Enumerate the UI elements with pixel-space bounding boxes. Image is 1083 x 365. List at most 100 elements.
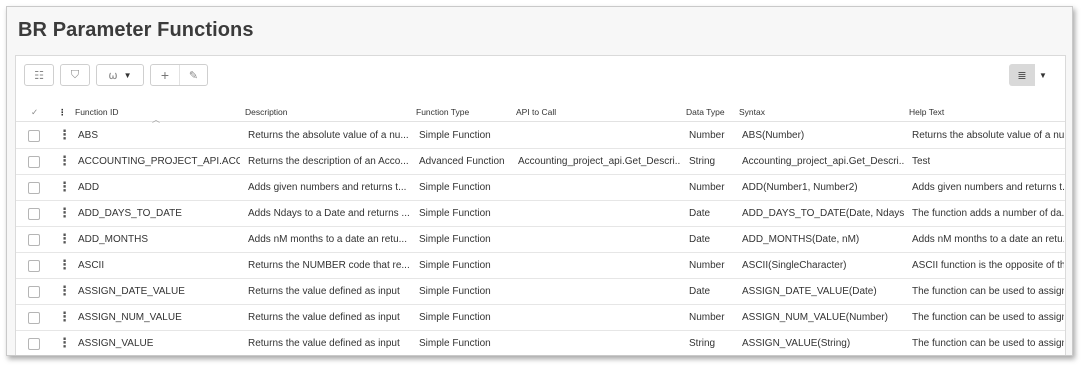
chevron-down-icon: ▼ <box>123 70 132 80</box>
cell-function-id: ADD <box>78 182 100 193</box>
cell-function-type: Advanced Function <box>419 156 505 167</box>
row-checkbox[interactable] <box>28 130 40 142</box>
cell-description: Returns the value defined as input <box>248 338 400 349</box>
row-menu-icon[interactable]: ⋮ <box>58 284 71 298</box>
cell-help-text: Returns the absolute value of a nu... <box>912 130 1064 141</box>
cell-function-type: Simple Function <box>419 338 491 349</box>
table-row[interactable]: ⋮ ASSIGN_NUM_VALUE Returns the value defin… <box>16 305 1065 331</box>
cell-description: Returns the value defined as input <box>248 312 400 323</box>
column-header-help-text[interactable]: Help Text <box>909 107 944 117</box>
group-by-button[interactable]: ⍵ ▼ <box>97 65 143 85</box>
cell-data-type: Number <box>689 130 725 141</box>
cell-function-id: ASCII <box>78 260 105 271</box>
row-menu-icon[interactable]: ⋮ <box>58 180 71 194</box>
edit-icon[interactable]: ✎ <box>179 65 207 85</box>
row-checkbox[interactable] <box>28 260 40 272</box>
table-view-icon: ≣ <box>1009 64 1035 86</box>
cell-function-type: Simple Function <box>419 130 491 141</box>
functions-table-panel: ☷ ⛉ ⍵ ▼ + ✎ ≣ ▼ ✓ ⋮ Function ID ︿ Descri… <box>15 55 1066 355</box>
view-mode-button[interactable]: ≣ ▼ <box>1009 64 1051 86</box>
list-button-group: ☷ <box>24 64 54 86</box>
row-checkbox[interactable] <box>28 338 40 350</box>
cell-help-text: Adds given numbers and returns t... <box>912 182 1064 193</box>
table-header: ✓ ⋮ Function ID ︿ Description Function T… <box>16 100 1065 124</box>
cell-data-type: String <box>689 338 716 349</box>
column-header-api-to-call[interactable]: API to Call <box>516 107 556 117</box>
table-row[interactable]: ⋮ ADD_DAYS_TO_DATE Adds Ndays to a Date an… <box>16 201 1065 227</box>
add-icon[interactable]: + <box>151 65 179 85</box>
row-checkbox[interactable] <box>28 156 40 168</box>
header-menu-icon[interactable]: ⋮ <box>58 107 67 118</box>
cell-function-type: Simple Function <box>419 260 491 271</box>
cell-data-type: Number <box>689 182 725 193</box>
row-checkbox[interactable] <box>28 312 40 324</box>
row-menu-icon[interactable]: ⋮ <box>58 258 71 272</box>
table-row[interactable]: ⋮ ASCII Returns the NUMBER code that re...… <box>16 253 1065 279</box>
table-row[interactable]: ⋮ ASSIGN_VALUE Returns the value defined a… <box>16 331 1065 355</box>
table-row[interactable]: ⋮ ADD Adds given numbers and returns t... S… <box>16 175 1065 201</box>
cell-help-text: Adds nM months to a date an retu... <box>912 234 1064 245</box>
cell-function-id: ADD_DAYS_TO_DATE <box>78 208 182 219</box>
cell-syntax: ADD_DAYS_TO_DATE(Date, Ndays) <box>742 208 904 219</box>
cell-syntax: ASSIGN_VALUE(String) <box>742 338 851 349</box>
cell-function-type: Simple Function <box>419 234 491 245</box>
row-menu-icon[interactable]: ⋮ <box>58 128 71 142</box>
cell-function-type: Simple Function <box>419 286 491 297</box>
table-row[interactable]: ⋮ ADD_MONTHS Adds nM months to a date an r… <box>16 227 1065 253</box>
page-title: BR Parameter Functions <box>18 19 254 41</box>
cell-help-text: Test <box>912 156 931 167</box>
column-header-function-id[interactable]: Function ID <box>75 107 118 117</box>
page-frame: BR Parameter Functions ☷ ⛉ ⍵ ▼ + ✎ ≣ ▼ ✓… <box>6 6 1073 356</box>
cell-function-id: ACCOUNTING_PROJECT_API.ACC_P... <box>78 156 240 167</box>
cell-function-type: Simple Function <box>419 182 491 193</box>
cell-description: Returns the absolute value of a nu... <box>248 130 409 141</box>
row-menu-icon[interactable]: ⋮ <box>58 310 71 324</box>
cell-help-text: The function adds a number of da... <box>912 208 1064 219</box>
table-row[interactable]: ⋮ ACCOUNTING_PROJECT_API.ACC_P... Returns … <box>16 149 1065 175</box>
column-header-function-type[interactable]: Function Type <box>416 107 469 117</box>
row-checkbox[interactable] <box>28 208 40 220</box>
cell-description: Adds Ndays to a Date and returns ... <box>248 208 410 219</box>
cell-function-id: ADD_MONTHS <box>78 234 149 245</box>
cell-data-type: Number <box>689 312 725 323</box>
row-menu-icon[interactable]: ⋮ <box>58 232 71 246</box>
list-icon[interactable]: ☷ <box>25 65 53 85</box>
group-by-button-group: ⍵ ▼ <box>96 64 144 86</box>
table-row[interactable]: ⋮ ABS Returns the absolute value of a nu..… <box>16 123 1065 149</box>
cell-description: Returns the value defined as input <box>248 286 400 297</box>
cell-description: Adds given numbers and returns t... <box>248 182 407 193</box>
cell-function-type: Simple Function <box>419 312 491 323</box>
row-checkbox[interactable] <box>28 234 40 246</box>
row-menu-icon[interactable]: ⋮ <box>58 206 71 220</box>
cell-function-id: ASSIGN_DATE_VALUE <box>78 286 185 297</box>
select-all-icon[interactable]: ✓ <box>31 107 38 118</box>
cell-syntax: ADD_MONTHS(Date, nM) <box>742 234 860 245</box>
table-toolbar: ☷ ⛉ ⍵ ▼ + ✎ <box>24 64 208 86</box>
column-header-description[interactable]: Description <box>245 107 288 117</box>
cell-description: Returns the description of an Acco... <box>248 156 409 167</box>
cell-description: Adds nM months to a date an retu... <box>248 234 407 245</box>
cell-syntax: ASSIGN_NUM_VALUE(Number) <box>742 312 888 323</box>
filter-button-group: ⛉ <box>60 64 90 86</box>
chevron-down-icon: ▼ <box>1039 70 1047 80</box>
column-header-syntax[interactable]: Syntax <box>739 107 765 117</box>
cell-syntax: Accounting_project_api.Get_Descri... <box>742 156 904 167</box>
group-by-icon: ⍵ <box>108 69 118 82</box>
cell-function-type: Simple Function <box>419 208 491 219</box>
cell-data-type: Date <box>689 234 711 245</box>
cell-help-text: The function can be used to assign... <box>912 312 1064 323</box>
cell-data-type: Date <box>689 208 711 219</box>
row-checkbox[interactable] <box>28 286 40 298</box>
cell-data-type: Date <box>689 286 711 297</box>
cell-api-to-call: Accounting_project_api.Get_Descri... <box>518 156 680 167</box>
row-checkbox[interactable] <box>28 182 40 194</box>
cell-help-text: The function can be used to assign... <box>912 286 1064 297</box>
filter-icon[interactable]: ⛉ <box>61 65 89 85</box>
cell-function-id: ASSIGN_VALUE <box>78 338 154 349</box>
table-row[interactable]: ⋮ ASSIGN_DATE_VALUE Returns the value defi… <box>16 279 1065 305</box>
row-menu-icon[interactable]: ⋮ <box>58 336 71 350</box>
column-header-data-type[interactable]: Data Type <box>686 107 725 117</box>
row-menu-icon[interactable]: ⋮ <box>58 154 71 168</box>
cell-syntax: ASSIGN_DATE_VALUE(Date) <box>742 286 877 297</box>
edit-button-group: + ✎ <box>150 64 208 86</box>
